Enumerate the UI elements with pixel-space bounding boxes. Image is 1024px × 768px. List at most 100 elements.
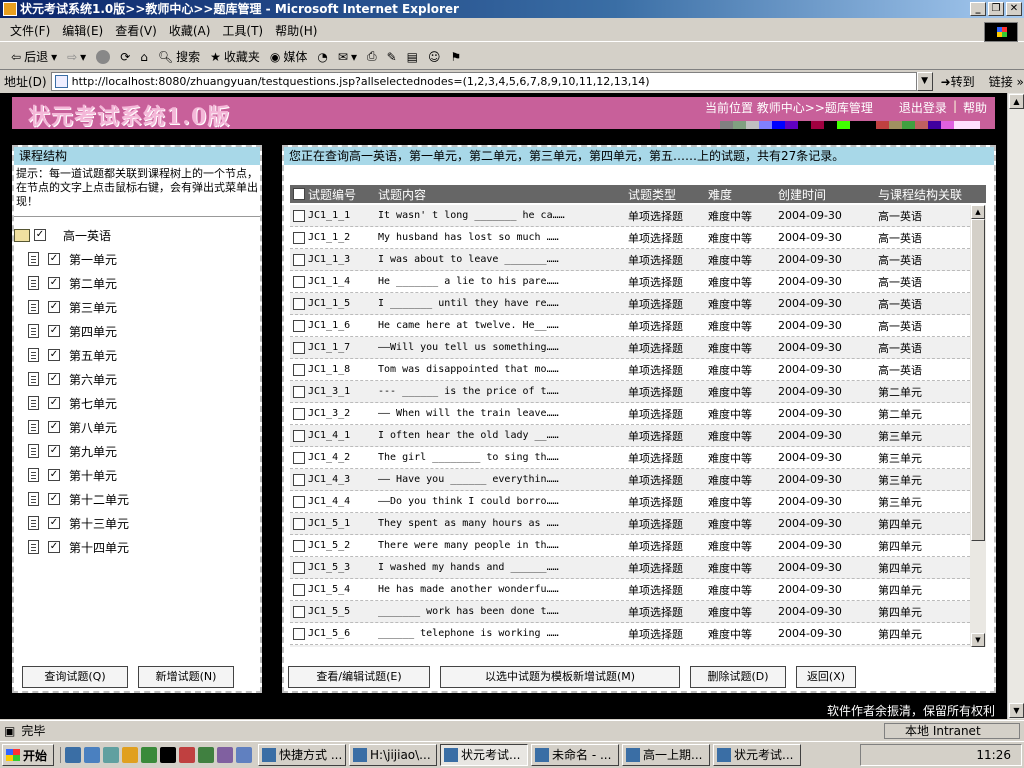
row-select-checkbox[interactable] [293,473,305,486]
table-row[interactable]: JC1_4_2 The girl ________ to sing th…… 单项选… [290,447,970,469]
tree-node[interactable]: ✓ 第十三单元 [14,511,260,535]
explorer-icon[interactable] [236,747,252,763]
tree-node-label[interactable]: 第十四单元 [69,539,129,556]
ie-quicklaunch-icon[interactable] [65,747,81,763]
tree-node-label[interactable]: 第八单元 [69,419,117,436]
row-select-checkbox[interactable] [293,341,305,354]
tree-node-label[interactable]: 第十单元 [69,467,117,484]
tree-node-label[interactable]: 第十二单元 [69,491,129,508]
discuss-button[interactable]: ▤ [402,50,423,64]
table-row[interactable]: JC1_1_1 It wasn' t long _______ he ca…… 单项… [290,205,970,227]
row-select-checkbox[interactable] [293,297,305,310]
table-row[interactable]: JC1_1_4 He _______ a lie to his pare…… 单项选… [290,271,970,293]
tree-root[interactable]: ✓ 高一英语 [14,223,260,247]
address-input[interactable]: http://localhost:8080/zhuangyuan/testque… [50,71,917,91]
tree-checkbox[interactable]: ✓ [48,373,60,385]
table-row[interactable]: JC1_4_4 ——Do you think I could borro…… 单项选… [290,491,970,513]
home-button[interactable]: ⌂ [135,50,153,64]
tree-node[interactable]: ✓ 第十二单元 [14,487,260,511]
table-row[interactable]: JC1_1_3 I was about to leave _______…… 单项选… [290,249,970,271]
table-row[interactable]: JC1_5_3 I washed my hands and ______…… 单项选… [290,557,970,579]
row-select-checkbox[interactable] [293,605,305,618]
taskbar-task[interactable]: 快捷方式 ... [258,744,346,766]
table-row[interactable]: JC1_5_7The news did not come direct……复合题… [290,645,970,647]
desktop-icon[interactable] [103,747,119,763]
tree-node[interactable]: ✓ 第四单元 [14,319,260,343]
row-select-checkbox[interactable] [293,429,305,442]
table-row[interactable]: JC1_3_2 —— When will the train leave…… 单项选… [290,403,970,425]
template-new-button[interactable]: 以选中试题为模板新增试题(M) [440,666,680,688]
tree-node[interactable]: ✓ 第二单元 [14,271,260,295]
tree-node-label[interactable]: 第五单元 [69,347,117,364]
row-select-checkbox[interactable] [293,539,305,552]
row-select-checkbox[interactable] [293,561,305,574]
col-header-date[interactable]: 创建时间 [778,186,878,203]
address-dropdown[interactable]: ▼ [916,71,933,91]
col-header-relation[interactable]: 与课程结构关联 [878,186,968,203]
taskbar-task[interactable]: 状元考试... [713,744,801,766]
select-all-checkbox[interactable] [293,188,305,200]
col-header-id[interactable]: 试题编号 [308,186,378,203]
tree-node[interactable]: ✓ 第七单元 [14,391,260,415]
row-select-checkbox[interactable] [293,363,305,376]
tree-checkbox[interactable]: ✓ [34,229,46,241]
table-row[interactable]: JC1_4_3 —— Have you ______ everythin…… 单项选… [290,469,970,491]
menu-file[interactable]: 文件(F) [4,22,56,39]
taskbar-task[interactable]: 状元考试... [440,744,528,766]
app-icon[interactable] [198,747,214,763]
tree-checkbox[interactable]: ✓ [48,421,60,433]
table-row[interactable]: JC1_3_1 --- ______ is the price of t…… 单项选… [290,381,970,403]
query-button[interactable]: 查询试题(Q) [22,666,128,688]
table-row[interactable]: JC1_5_5 _______ work has been done t…… 单项选… [290,601,970,623]
tree-node-label[interactable]: 第三单元 [69,299,117,316]
taskbar-task[interactable]: 高一上期... [622,744,710,766]
row-select-checkbox[interactable] [293,627,305,640]
table-row[interactable]: JC1_5_2 There were many people in th…… 单项选… [290,535,970,557]
row-select-checkbox[interactable] [293,451,305,464]
paint-icon[interactable] [179,747,195,763]
table-row[interactable]: JC1_1_8 Tom was disappointed that mo…… 单项选… [290,359,970,381]
page-scroll-down-icon[interactable]: ▼ [1009,703,1024,718]
menu-edit[interactable]: 编辑(E) [56,22,109,39]
back-button-page[interactable]: 返回(X) [796,666,856,688]
go-button[interactable]: ➜转到 [941,73,975,90]
media-player-icon[interactable] [122,747,138,763]
col-header-difficulty[interactable]: 难度 [708,186,778,203]
page-scrollbar[interactable]: ▲ ▼ [1007,93,1024,719]
table-row[interactable]: JC1_1_5 I _______ until they have re…… 单项选… [290,293,970,315]
table-row[interactable]: JC1_4_1 I often hear the old lady __…… 单项选… [290,425,970,447]
scroll-up-icon[interactable]: ▲ [971,205,985,219]
scroll-down-icon[interactable]: ▼ [971,633,985,647]
stop-button[interactable] [91,49,115,64]
menu-tools[interactable]: 工具(T) [216,22,269,39]
favorites-button[interactable]: ★ 收藏夹 [205,48,265,65]
refresh-button[interactable]: ⟳ [115,50,135,64]
restore-button[interactable]: ❐ [988,2,1004,16]
tree-node-label[interactable]: 第四单元 [69,323,117,340]
tool-icon[interactable] [217,747,233,763]
research-button[interactable]: ⚑ [446,50,467,64]
tree-node[interactable]: ✓ 第三单元 [14,295,260,319]
table-scrollbar[interactable]: ▲ ▼ [970,205,986,647]
links-button[interactable]: 链接 » [989,73,1024,90]
tree-node[interactable]: ✓ 第一单元 [14,247,260,271]
table-row[interactable]: JC1_5_4 He has made another wonderfu…… 单项选… [290,579,970,601]
page-scroll-up-icon[interactable]: ▲ [1009,94,1024,109]
mail-button[interactable]: ✉ ▾ [333,50,362,64]
forward-button[interactable]: ⇨ ▾ [62,50,91,64]
new-question-button[interactable]: 新增试题(N) [138,666,234,688]
table-row[interactable]: JC1_5_6 ______ telephone is working …… 单项选… [290,623,970,645]
tree-checkbox[interactable]: ✓ [48,349,60,361]
help-link[interactable]: 帮助 [963,99,987,116]
tree-checkbox[interactable]: ✓ [48,397,60,409]
tree-node[interactable]: ✓ 第八单元 [14,415,260,439]
tree-checkbox[interactable]: ✓ [48,277,60,289]
row-select-checkbox[interactable] [293,407,305,420]
tree-node[interactable]: ✓ 第十单元 [14,463,260,487]
col-header-content[interactable]: 试题内容 [378,186,628,203]
row-select-checkbox[interactable] [293,209,305,222]
cmd-icon[interactable] [160,747,176,763]
tree-node[interactable]: ✓ 第六单元 [14,367,260,391]
table-row[interactable]: JC1_1_2 My husband has lost so much …… 单项选… [290,227,970,249]
row-select-checkbox[interactable] [293,275,305,288]
